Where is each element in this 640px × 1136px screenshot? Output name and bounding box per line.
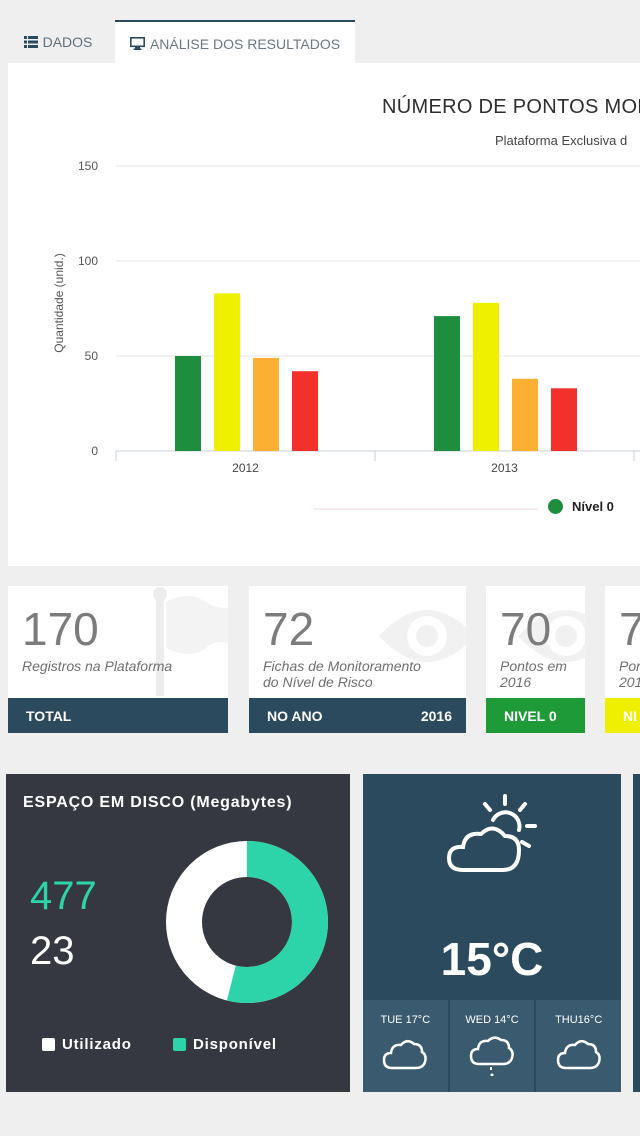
- tab-dados[interactable]: DADOS: [10, 20, 106, 63]
- monitor-icon: [129, 37, 145, 50]
- stat-value: 7: [619, 603, 640, 655]
- flag-icon: [153, 587, 228, 696]
- cloud-icon: [556, 1040, 601, 1070]
- stat-footer-label: NI: [623, 707, 637, 724]
- tab-analise-label: ANÁLISE DOS RESULTADOS: [149, 35, 341, 52]
- forecast-day-label: WED 14°C: [465, 1014, 519, 1026]
- stat-description: Pon201: [619, 658, 640, 690]
- tab-bar: DADOS ANÁLISE DOS RESULTADOS: [0, 0, 640, 65]
- disk-title: ESPAÇO EM DISCO (Megabytes): [23, 794, 293, 811]
- weather-temperature: 15°C: [440, 933, 544, 985]
- stat-value: 70: [500, 603, 552, 655]
- stat-footer-label: TOTAL: [26, 707, 72, 724]
- y-tick-label: 0: [91, 444, 98, 458]
- legend-used-label: Utilizado: [62, 1036, 132, 1053]
- tab-dados-label: DADOS: [42, 33, 93, 50]
- donut-available-arc: [226, 841, 328, 1003]
- disk-donut-chart: [166, 841, 328, 1003]
- stat-description: Registros na Plataforma: [22, 658, 173, 674]
- legend-available-swatch: [173, 1038, 186, 1051]
- stat-description: Fichas de Monitoramento do Nível de Risco: [263, 658, 421, 690]
- y-tick-label: 100: [78, 254, 98, 268]
- stat-description: Pontos em 2016: [500, 658, 567, 690]
- forecast-day[interactable]: TUE 17°C: [363, 1000, 450, 1092]
- stat-card-nivel1: 7 Pon201 NI: [605, 586, 640, 733]
- legend-swatch: [548, 499, 563, 514]
- cloud-icon: [383, 1040, 428, 1070]
- x-tick-label: 2012: [232, 461, 259, 475]
- list-icon: [23, 35, 38, 48]
- stat-value: 72: [263, 603, 315, 655]
- x-tick-label: 2013: [491, 461, 518, 475]
- legend-used-swatch: [42, 1038, 55, 1051]
- stat-card-total: 170 Registros na Plataforma TOTAL: [8, 586, 228, 733]
- weather-forecast: TUE 17°C WED 14°C THU16°C: [363, 1000, 622, 1092]
- forecast-day[interactable]: THU16°C: [536, 1000, 622, 1092]
- stat-footer-label: NIVEL 0: [504, 707, 557, 724]
- forecast-day-label: TUE 17°C: [380, 1014, 431, 1026]
- weather-card: 15°C TUE 17°C WED 14°C THU16°C: [363, 774, 622, 1092]
- bar: [512, 378, 538, 451]
- stat-footer: TOTAL: [8, 698, 228, 733]
- bar: [253, 357, 279, 451]
- tab-analise-resultados[interactable]: ANÁLISE DOS RESULTADOS: [115, 20, 355, 65]
- stat-footer: NIVEL 0: [486, 698, 585, 733]
- stat-value: 170: [22, 603, 99, 655]
- legend-used[interactable]: Utilizado: [42, 1036, 132, 1053]
- disk-space-card: ESPAÇO EM DISCO (Megabytes) 477 23 Utili…: [6, 774, 350, 1092]
- disk-used-value: 23: [30, 929, 75, 973]
- rain-cloud-icon: [469, 1036, 514, 1076]
- bar: [473, 302, 499, 451]
- bar: [175, 356, 201, 451]
- chart-card: NÚMERO DE PONTOS MON Plataforma Exclusiv…: [8, 63, 640, 566]
- disk-available-value: 477: [30, 874, 97, 918]
- stat-footer-label: NO ANO: [267, 707, 323, 724]
- bar: [214, 293, 240, 451]
- stat-footer-right: 2016: [420, 707, 452, 724]
- legend-available[interactable]: Disponível: [173, 1036, 277, 1053]
- next-card-edge: [633, 774, 640, 1092]
- partly-cloudy-icon: [446, 794, 537, 872]
- legend-label: Nível 0: [572, 499, 614, 514]
- y-axis-label: Quantidade (unid.): [52, 253, 66, 352]
- y-tick-label: 150: [78, 159, 98, 173]
- legend-available-label: Disponível: [193, 1036, 277, 1053]
- stat-card-year: 72 Fichas de Monitoramento do Nível de Ri…: [249, 586, 466, 733]
- stat-footer: NO ANO 2016: [249, 698, 466, 733]
- forecast-day-label: THU16°C: [555, 1014, 603, 1026]
- y-tick-label: 50: [85, 349, 99, 363]
- chart-legend[interactable]: Nível 0: [548, 499, 614, 514]
- bar-chart: 0 50 100 150 Quantidade (unid.) 2012 2013: [52, 159, 640, 510]
- bar: [551, 388, 577, 451]
- bar: [292, 371, 318, 451]
- stat-footer: NI: [605, 698, 640, 733]
- forecast-day[interactable]: WED 14°C: [449, 1000, 537, 1092]
- bar: [434, 316, 460, 451]
- stat-card-nivel0: 70 Pontos em 2016 NIVEL 0: [486, 586, 585, 733]
